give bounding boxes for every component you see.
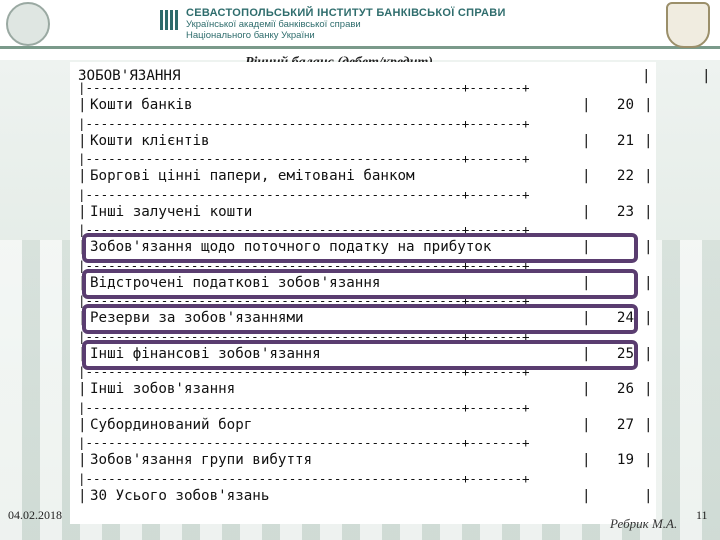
table-row-label: Кошти банків <box>90 97 193 113</box>
row-left-bar: | <box>78 487 87 504</box>
row-left-bar: | <box>78 132 87 149</box>
table-row-label: Субординований борг <box>90 416 253 433</box>
table-row-label: Боргові цінні папери, емітовані банком <box>90 168 415 184</box>
row-mid-bar: | <box>582 203 591 220</box>
row-right-bar: | <box>644 381 653 397</box>
row-left-bar: | <box>78 97 87 113</box>
row-mid-bar: | <box>582 487 591 504</box>
row-right-bar: | <box>644 132 653 149</box>
header-divider <box>0 46 720 49</box>
institute-subtitle-1: Української академії банківської справи <box>186 19 361 30</box>
table-row-note: 26 <box>616 381 634 397</box>
highlight-box <box>82 268 638 299</box>
header-logo-icon <box>160 10 180 30</box>
table-row-note: 23 <box>616 203 634 220</box>
row-left-bar: | <box>78 416 87 433</box>
table-row-label: 30 Усього зобов'язань <box>90 487 270 504</box>
row-mid-bar: | <box>582 168 591 184</box>
row-right-bar: | <box>644 416 653 433</box>
row-mid-bar: | <box>582 381 591 397</box>
footer-author: Ребрик М.А. <box>610 516 678 531</box>
row-mid-bar: | <box>582 452 591 468</box>
highlight-box <box>82 339 638 370</box>
row-right-bar: | <box>644 97 653 113</box>
row-right-bar: | <box>644 168 653 184</box>
row-left-bar: | <box>78 381 87 397</box>
row-mid-bar: | <box>582 416 591 433</box>
national-bank-emblem-icon <box>666 2 710 48</box>
row-left-bar: | <box>78 168 87 184</box>
row-right-bar: | <box>644 345 653 362</box>
heading-separator-bar: | <box>702 68 711 84</box>
row-left-bar: | <box>78 452 87 468</box>
row-separator-line: |---------------------------------------… <box>78 186 530 202</box>
row-separator-line: |---------------------------------------… <box>78 435 530 450</box>
heading-separator-bar: | <box>642 68 651 84</box>
institute-subtitle-2: Національного банку України <box>186 30 315 41</box>
row-separator-line: |---------------------------------------… <box>78 470 530 486</box>
table-row-note: 19 <box>616 452 634 468</box>
row-mid-bar: | <box>582 97 591 113</box>
row-mid-bar: | <box>582 132 591 149</box>
row-right-bar: | <box>644 274 653 291</box>
row-separator-line: |---------------------------------------… <box>78 115 530 131</box>
row-right-bar: | <box>644 239 653 255</box>
table-row-label: Інші залучені кошти <box>90 203 253 220</box>
table-row-label: Кошти клієнтів <box>90 132 210 149</box>
row-right-bar: | <box>644 452 653 468</box>
institute-emblem-icon <box>6 2 50 46</box>
table-row-note: 22 <box>616 168 634 184</box>
highlight-box <box>82 233 638 263</box>
row-right-bar: | <box>644 310 653 326</box>
table-row-note: 21 <box>616 132 634 149</box>
row-separator-line: |---------------------------------------… <box>78 399 530 415</box>
table-row-note: 27 <box>616 416 634 433</box>
table-row-label: Зобов'язання групи вибуття <box>90 452 313 468</box>
institute-name: СЕВАСТОПОЛЬСЬКИЙ ІНСТИТУТ БАНКІВСЬКОЇ СП… <box>186 7 506 19</box>
footer-date: 04.02.2018 <box>8 508 62 522</box>
row-right-bar: | <box>644 487 653 504</box>
row-separator-line: |---------------------------------------… <box>78 151 530 166</box>
table-row-label: Інші зобов'язання <box>90 381 236 397</box>
page-number: 11 <box>696 508 708 522</box>
table-row-note: 20 <box>616 97 634 113</box>
header: СЕВАСТОПОЛЬСЬКИЙ ІНСТИТУТ БАНКІВСЬКОЇ СП… <box>186 7 586 42</box>
row-right-bar: | <box>644 203 653 220</box>
row-separator-line: |---------------------------------------… <box>78 80 530 95</box>
row-left-bar: | <box>78 203 87 220</box>
highlight-box <box>82 304 638 334</box>
